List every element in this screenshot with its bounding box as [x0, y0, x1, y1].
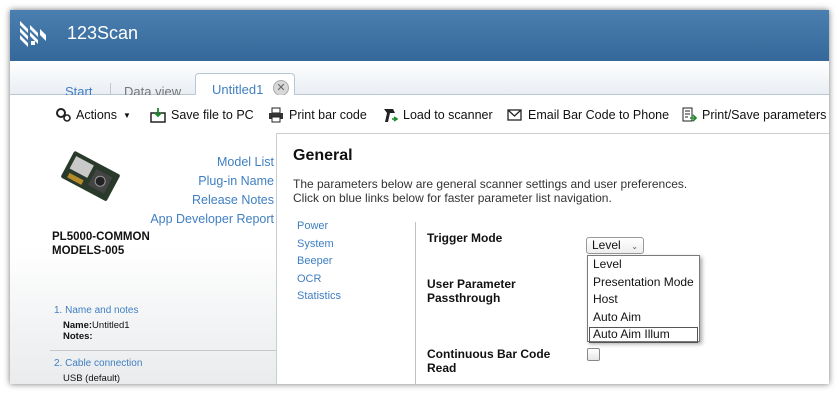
nav-statistics-link[interactable]: Statistics — [297, 288, 341, 306]
step-divider — [50, 350, 276, 351]
description-line1: The parameters below are general scanner… — [293, 177, 688, 191]
save-icon — [150, 108, 166, 123]
option-presentation-mode[interactable]: Presentation Mode — [588, 274, 699, 292]
notes-label: Notes: — [63, 331, 93, 342]
trigger-mode-label: Trigger Mode — [427, 231, 503, 245]
option-host[interactable]: Host — [588, 291, 699, 309]
print-save-label: Print/Save parameters — [702, 108, 827, 122]
app-title: 123Scan — [67, 23, 139, 43]
model-list-link[interactable]: Model List — [150, 153, 274, 172]
parameter-nav: Power System Beeper OCR Statistics — [297, 218, 341, 306]
chevron-down-icon: ▼ — [123, 110, 131, 120]
tab-untitled1[interactable]: Untitled1 ✕ — [195, 73, 295, 97]
actions-label: Actions — [76, 108, 117, 122]
config-name: Name:Untitled1 — [63, 320, 130, 331]
scan-engine-image — [61, 151, 120, 201]
envelope-icon — [507, 109, 522, 121]
step-cable-connection-link[interactable]: 2. Cable connection — [54, 358, 142, 369]
nav-beeper-link[interactable]: Beeper — [297, 253, 341, 271]
print-bar-code-button[interactable]: Print bar code — [268, 107, 367, 123]
email-label: Email Bar Code to Phone — [528, 108, 670, 122]
upp-label-line2: Passthrough — [427, 291, 501, 305]
general-settings-panel: General The parameters below are general… — [276, 133, 829, 384]
email-bar-code-button[interactable]: Email Bar Code to Phone — [507, 107, 669, 123]
print-label: Print bar code — [289, 108, 367, 122]
load-label: Load to scanner — [403, 108, 493, 122]
device-links: Model List Plug-in Name Release Notes Ap… — [150, 153, 274, 229]
option-level[interactable]: Level — [588, 256, 699, 274]
trigger-mode-select[interactable]: Level ⌄ — [586, 237, 644, 254]
chevron-down-icon: ⌄ — [631, 242, 638, 251]
close-tab-icon[interactable]: ✕ — [273, 80, 289, 96]
upp-label-line1: User Parameter — [427, 277, 516, 291]
load-to-scanner-button[interactable]: Load to scanner — [382, 107, 493, 123]
continuous-bar-code-read-checkbox[interactable] — [587, 348, 600, 361]
scanner-icon — [384, 109, 398, 122]
zebra-logo-icon — [20, 21, 46, 47]
app-developer-report-link[interactable]: App Developer Report — [150, 210, 274, 229]
print-save-parameters-button[interactable]: Print/Save parameters — [681, 107, 826, 123]
nav-divider — [415, 222, 416, 384]
model-name-line1: PL5000-COMMON — [52, 231, 150, 243]
tab-bar: Start Data view Untitled1 ✕ — [10, 61, 829, 100]
continuous-bar-code-read-label: Continuous Bar Code Read — [427, 347, 550, 375]
user-parameter-passthrough-label: User Parameter Passthrough — [427, 277, 516, 305]
actions-menu-button[interactable]: Actions ▼ — [55, 107, 131, 123]
step-name-and-notes-link[interactable]: 1. Name and notes — [54, 305, 139, 316]
trigger-mode-dropdown: Level Presentation Mode Host Auto Aim Au… — [587, 255, 700, 344]
section-heading: General — [293, 147, 353, 164]
model-name: PL5000-COMMON MODELS-005 — [52, 230, 150, 258]
title-bar: 123Scan — [10, 10, 829, 61]
cbr-label-line1: Continuous Bar Code — [427, 347, 551, 361]
release-notes-link[interactable]: Release Notes — [150, 191, 274, 210]
gears-icon — [56, 108, 71, 122]
app-window: 123Scan Start Data view Untitled1 ✕ Acti… — [10, 10, 829, 384]
cable-connection-value: USB (default) — [63, 373, 121, 384]
nav-system-link[interactable]: System — [297, 236, 341, 254]
document-export-icon — [682, 107, 697, 122]
name-value: Untitled1 — [92, 320, 130, 331]
section-description: The parameters below are general scanner… — [293, 177, 687, 205]
description-line2: Click on blue links below for faster par… — [293, 191, 612, 205]
name-label: Name: — [63, 320, 93, 331]
nav-power-link[interactable]: Power — [297, 218, 341, 236]
trigger-mode-value: Level — [592, 238, 621, 252]
device-panel: Model List Plug-in Name Release Notes Ap… — [10, 133, 276, 384]
save-label: Save file to PC — [171, 108, 254, 122]
plugin-name-link[interactable]: Plug-in Name — [150, 172, 274, 191]
cbr-label-line2: Read — [427, 361, 457, 375]
option-auto-aim[interactable]: Auto Aim — [588, 309, 699, 327]
option-auto-aim-illum[interactable]: Auto Aim Illum — [588, 326, 699, 344]
save-file-button[interactable]: Save file to PC — [150, 107, 254, 123]
toolbar: Actions ▼ Save file to PC Print bar code… — [10, 95, 829, 133]
model-name-line2: MODELS-005 — [52, 245, 125, 257]
printer-icon — [269, 107, 283, 123]
nav-ocr-link[interactable]: OCR — [297, 271, 341, 289]
